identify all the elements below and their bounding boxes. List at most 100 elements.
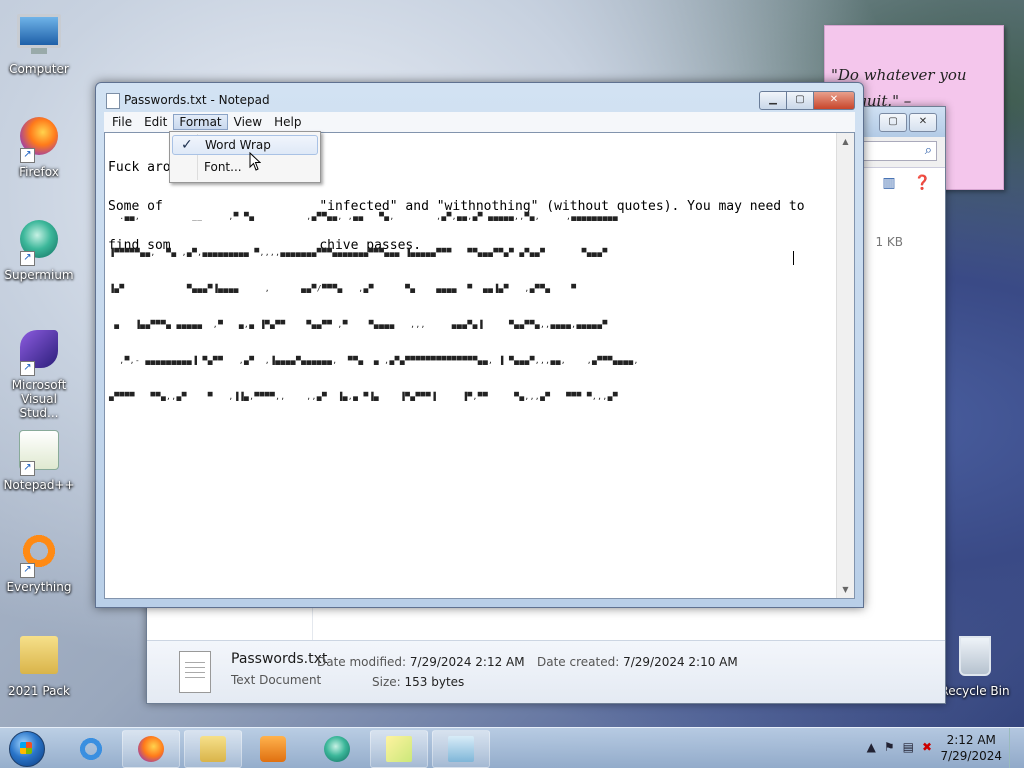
taskbar-sticky-notes[interactable] <box>370 730 428 768</box>
explorer-close-button[interactable]: ✕ <box>909 113 937 132</box>
text-caret <box>793 251 794 265</box>
desktop-icon-visual-studio[interactable]: ↗ Microsoft Visual Stud... <box>1 326 77 420</box>
action-center-flag-icon[interactable]: ⚑ <box>884 740 895 754</box>
firefox-icon <box>138 736 164 762</box>
mouse-pointer-icon <box>249 152 261 171</box>
close-button[interactable]: ✕ <box>814 91 855 110</box>
date-modified-value: 7/29/2024 2:12 AM <box>409 655 525 669</box>
desktop-icon-label: Computer <box>9 62 69 76</box>
desktop-icon-label: Everything <box>6 580 72 594</box>
window-title: Passwords.txt - Notepad <box>124 93 270 107</box>
menu-format[interactable]: Format <box>173 114 228 130</box>
system-clock[interactable]: 2:12 AM 7/29/2024 <box>940 732 1002 764</box>
maximize-button[interactable]: ▢ <box>787 91 814 110</box>
clock-date: 7/29/2024 <box>940 749 1002 763</box>
folder-icon <box>16 636 62 682</box>
date-created-label: Date created: <box>537 655 620 669</box>
date-created-value: 7/29/2024 2:10 AM <box>623 655 738 669</box>
desktop-icon-label: Notepad++ <box>3 478 75 492</box>
size-value: 153 bytes <box>404 675 465 689</box>
desktop-icon-firefox[interactable]: ↗ Firefox <box>1 113 77 179</box>
ascii-art-line: ▐▀▀▀▀▀▄▄, ▀▄ ,▄▀,▄▄▄▄▄▄▄▄▄ ▀,,,,▄▄▄▄▄▄▄▀… <box>109 248 608 257</box>
desktop-icon-supermium[interactable]: ↗ Supermium <box>1 216 77 282</box>
notepad-icon <box>106 93 120 109</box>
desktop-icon-computer[interactable]: Computer <box>1 10 77 76</box>
ascii-art-line: .▄▄, __ ,▀ ▀▄ ,▄▀▀▄▄, ,▄▄ ▀▄, ,▄▀,▄▄,▄▀ … <box>109 212 619 221</box>
supermium-icon: ↗ <box>16 220 62 266</box>
folder-icon <box>200 736 226 762</box>
file-size-cell: 1 KB <box>875 235 903 249</box>
vertical-scrollbar[interactable]: ▲ ▼ <box>836 133 854 598</box>
text-editor-area[interactable]: Fuck aro Some of "infected" and "withnot… <box>104 132 855 599</box>
details-date-created: Date created: 7/29/2024 2:10 AM <box>537 655 738 669</box>
menu-item-font[interactable]: Font... <box>172 157 318 177</box>
minimize-button[interactable]: ▁ <box>759 91 787 110</box>
taskbar: ▲ ⚑ ▤ ✖ 2:12 AM 7/29/2024 <box>0 727 1024 768</box>
ascii-art-block: .▄▄, __ ,▀ ▀▄ ,▄▀▀▄▄, ,▄▄ ▀▄, ,▄▀,▄▄,▄▀ … <box>109 187 834 427</box>
taskbar-notepad[interactable] <box>432 730 490 768</box>
taskbar-firefox[interactable] <box>122 730 180 768</box>
media-player-icon <box>260 736 286 762</box>
help-icon[interactable]: ❓ <box>914 175 931 191</box>
scroll-up-arrow-icon[interactable]: ▲ <box>837 133 854 150</box>
clock-time: 2:12 AM <box>946 733 996 747</box>
ascii-art-line: ,▀,- ▄▄▄▄▄▄▄▄▄▐ ▀▄▀▀ ,▄▀ ,▐▄▄▄▄▀▄▄▄▄▄▄, … <box>109 356 639 365</box>
show-hidden-icons-icon[interactable]: ▲ <box>867 740 876 754</box>
visual-studio-icon: ↗ <box>16 330 62 376</box>
desktop-icon-recycle-bin[interactable]: Recycle Bin <box>937 632 1013 698</box>
format-dropdown-menu: ✓ Word Wrap Font... <box>169 131 321 183</box>
shortcut-arrow-icon: ↗ <box>20 148 35 163</box>
firefox-icon: ↗ <box>16 117 62 163</box>
details-size: Size: 153 bytes <box>372 675 464 689</box>
explorer-maximize-button[interactable]: ▢ <box>879 113 907 132</box>
notepadpp-icon: ↗ <box>16 430 62 476</box>
ascii-art-line: ▄ ▐▄▄▀▀▀▄ ▄▄▄▄▄ ,▀ ▄,▄ ▐▀▄▀▀ ▀▄▄▀▀ ,▀ ▀▄… <box>109 320 608 329</box>
taskbar-file-explorer[interactable] <box>184 730 242 768</box>
scroll-down-arrow-icon[interactable]: ▼ <box>837 581 854 598</box>
explorer-search-box[interactable]: ⌕ <box>863 141 937 161</box>
desktop-icon-label: Firefox <box>19 165 59 179</box>
everything-icon: ↗ <box>16 532 62 578</box>
desktop-icon-label: 2021 Pack <box>8 684 70 698</box>
windows-orb-icon <box>9 731 45 767</box>
explorer-toolbar: ▥ ❓ <box>882 175 931 191</box>
menu-help[interactable]: Help <box>268 114 307 130</box>
menu-item-label: Word Wrap <box>205 138 271 152</box>
sticky-notes-icon <box>386 736 412 762</box>
network-icon[interactable]: ▤ <box>903 740 914 754</box>
taskbar-internet-explorer[interactable] <box>62 730 120 768</box>
recycle-bin-icon <box>952 636 998 682</box>
menu-edit[interactable]: Edit <box>138 114 173 130</box>
ascii-art-line: ▄▀▀▀▀ ▀▀▄,,▄▀ ▀ ,▐▐▄,▀▀▀▀,, ,,▄▀ ▐▄,▄ ▀▐… <box>109 392 619 401</box>
shortcut-arrow-icon: ↗ <box>20 251 35 266</box>
desktop-icon-everything[interactable]: ↗ Everything <box>1 528 77 594</box>
desktop-icon-label: Microsoft Visual Stud... <box>11 378 67 420</box>
system-tray: ▲ ⚑ ▤ ✖ <box>867 740 932 754</box>
desktop-icon-2021-pack[interactable]: 2021 Pack <box>1 632 77 698</box>
volume-muted-icon[interactable]: ✖ <box>922 740 932 754</box>
desktop-icon-label: Recycle Bin <box>940 684 1010 698</box>
menu-item-label: Font... <box>204 160 242 174</box>
taskbar-supermium[interactable] <box>308 730 366 768</box>
menu-item-word-wrap[interactable]: ✓ Word Wrap <box>172 135 318 155</box>
search-icon: ⌕ <box>924 143 932 158</box>
details-pane: Passwords.txt Text Document Date modifie… <box>147 640 945 703</box>
start-button[interactable] <box>4 729 50 767</box>
internet-explorer-icon <box>78 736 104 762</box>
text-file-icon <box>179 651 211 693</box>
details-file-type: Text Document <box>231 673 322 687</box>
details-file-name: Passwords.txt <box>231 651 328 667</box>
desktop-icon-label: Supermium <box>4 268 74 282</box>
menu-view[interactable]: View <box>228 114 268 130</box>
preview-pane-icon[interactable]: ▥ <box>882 175 895 191</box>
notepad-icon <box>448 736 474 762</box>
show-desktop-button[interactable] <box>1009 728 1024 768</box>
supermium-icon <box>324 736 350 762</box>
shortcut-arrow-icon: ↗ <box>20 461 35 476</box>
menu-file[interactable]: File <box>106 114 138 130</box>
details-date-modified: Date modified: 7/29/2024 2:12 AM <box>317 655 525 669</box>
taskbar-media-player[interactable] <box>244 730 302 768</box>
size-label: Size: <box>372 675 401 689</box>
desktop-icon-notepadpp[interactable]: ↗ Notepad++ <box>1 426 77 492</box>
menu-bar: File Edit Format View Help <box>104 112 855 132</box>
